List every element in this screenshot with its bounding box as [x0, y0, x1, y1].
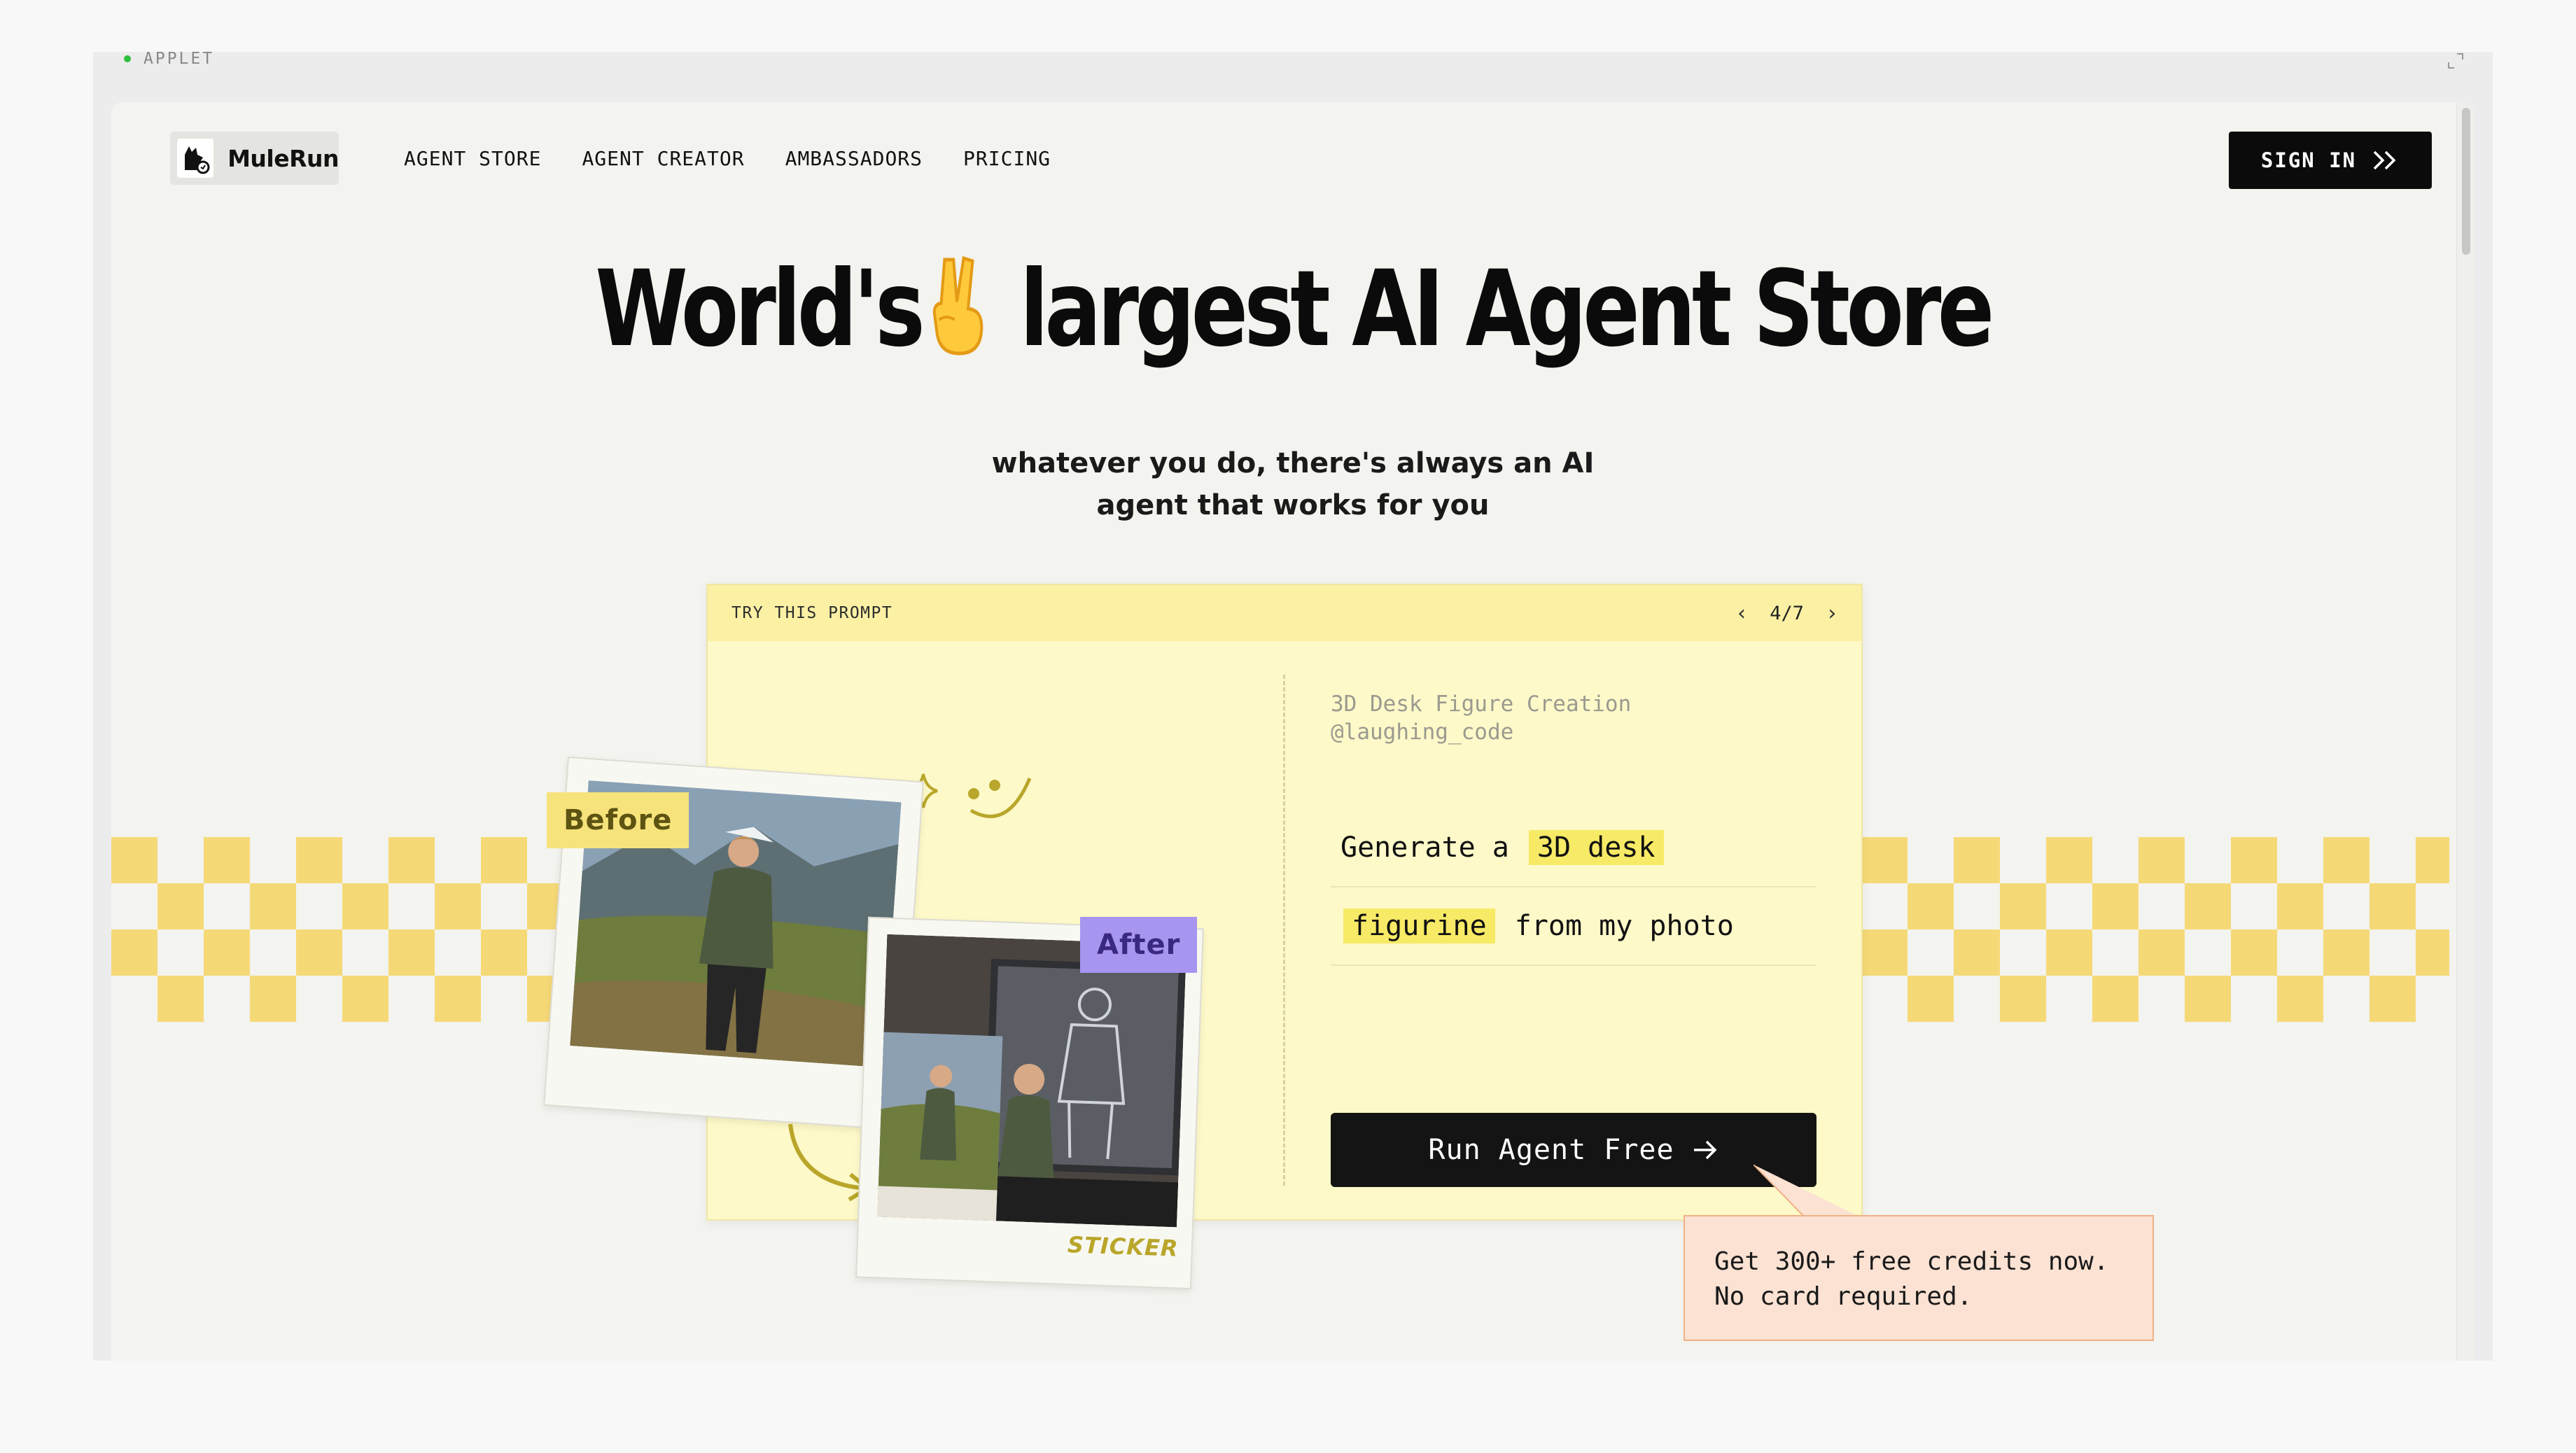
prompt-pager: ‹ 4/7 › [1733, 585, 1840, 641]
free-credits-callout: Get 300+ free credits now. No card requi… [1684, 1215, 2154, 1341]
sign-in-button[interactable]: SIGN IN [2229, 132, 2432, 189]
logo[interactable]: MuleRun [170, 132, 339, 185]
callout-tail [1754, 1165, 1858, 1217]
card-divider [1283, 675, 1285, 1186]
after-tag: After [1080, 917, 1198, 973]
logo-text: MuleRun [227, 144, 339, 172]
prompt-card-bar: TRY THIS PROMPT ‹ 4/7 › [708, 585, 1861, 641]
hero-title-part2: largest AI Agent Store [1019, 248, 1994, 370]
applet-label: APPLET [124, 52, 215, 68]
credits-line-2: No card required. [1714, 1282, 1973, 1311]
prompt-line-1: Generate a 3D desk [1331, 809, 1816, 887]
hero-subtitle-line2: agent that works for you [1096, 489, 1490, 521]
checker-pattern-left [111, 837, 573, 1022]
prompt-highlight-figurine: figurine [1343, 908, 1495, 943]
page-scrollbar[interactable] [2456, 102, 2474, 1361]
credits-line-1: Get 300+ free credits now. [1714, 1247, 2109, 1276]
scrollbar-thumb[interactable] [2462, 108, 2470, 255]
site-header: MuleRun AGENT STORE AGENT CREATOR AMBASS… [170, 132, 2432, 189]
before-tag: Before [547, 792, 690, 848]
applet-label-text: APPLET [144, 52, 215, 68]
sticker-label: STICKER [1067, 1231, 1180, 1262]
hero-title-part1: World's [595, 248, 925, 370]
prompt-line-2: figurine from my photo [1331, 887, 1816, 966]
chevron-left-icon[interactable]: ‹ [1733, 601, 1750, 626]
nav-agent-creator[interactable]: AGENT CREATOR [582, 147, 744, 170]
prompt-author: @laughing_code [1331, 720, 1514, 745]
run-agent-button[interactable]: Run Agent Free [1331, 1113, 1816, 1187]
checker-pattern-right [1861, 837, 2449, 1022]
sign-in-label: SIGN IN [2260, 148, 2357, 172]
hero-subtitle-line1: whatever you do, there's always an AI [991, 447, 1595, 479]
mule-logo-icon [177, 139, 214, 178]
prompt-highlight-3d-desk: 3D desk [1528, 830, 1664, 865]
nav-agent-store[interactable]: AGENT STORE [404, 147, 541, 170]
smile-doodle-icon [909, 773, 1032, 818]
double-chevron-right-icon [2373, 150, 2396, 170]
prompt-text[interactable]: Generate a 3D desk figurine from my phot… [1331, 809, 1816, 966]
run-agent-label: Run Agent Free [1428, 1134, 1674, 1166]
prompt-title: 3D Desk Figure Creation [1331, 692, 1632, 717]
after-photo [877, 934, 1187, 1228]
page-viewport: MuleRun AGENT STORE AGENT CREATOR AMBASS… [111, 102, 2474, 1361]
peace-hand-emoji-icon [933, 255, 983, 356]
status-dot-icon [124, 55, 131, 62]
nav-pricing[interactable]: PRICING [963, 147, 1051, 170]
arrow-right-icon [1693, 1140, 1717, 1160]
hero-subtitle: whatever you do, there's always an AI ag… [111, 442, 2474, 526]
expand-icon[interactable] [2446, 52, 2465, 70]
prompt-line-2-text: from my photo [1514, 910, 1734, 942]
prompt-line-1-text: Generate a [1340, 831, 1509, 864]
chevron-right-icon[interactable]: › [1823, 601, 1840, 626]
hero-title: World's largest AI Agent Store [348, 252, 2239, 367]
nav-ambassadors[interactable]: AMBASSADORS [785, 147, 923, 170]
applet-frame: APPLET MuleRun AGENT STORE AGENT CREATOR… [93, 52, 2493, 1361]
pager-count: 4/7 [1770, 602, 1804, 624]
prompt-bar-label: TRY THIS PROMPT [732, 604, 893, 622]
prompt-meta: 3D Desk Figure Creation @laughing_code [1331, 690, 1631, 746]
main-nav: AGENT STORE AGENT CREATOR AMBASSADORS PR… [404, 132, 1051, 185]
